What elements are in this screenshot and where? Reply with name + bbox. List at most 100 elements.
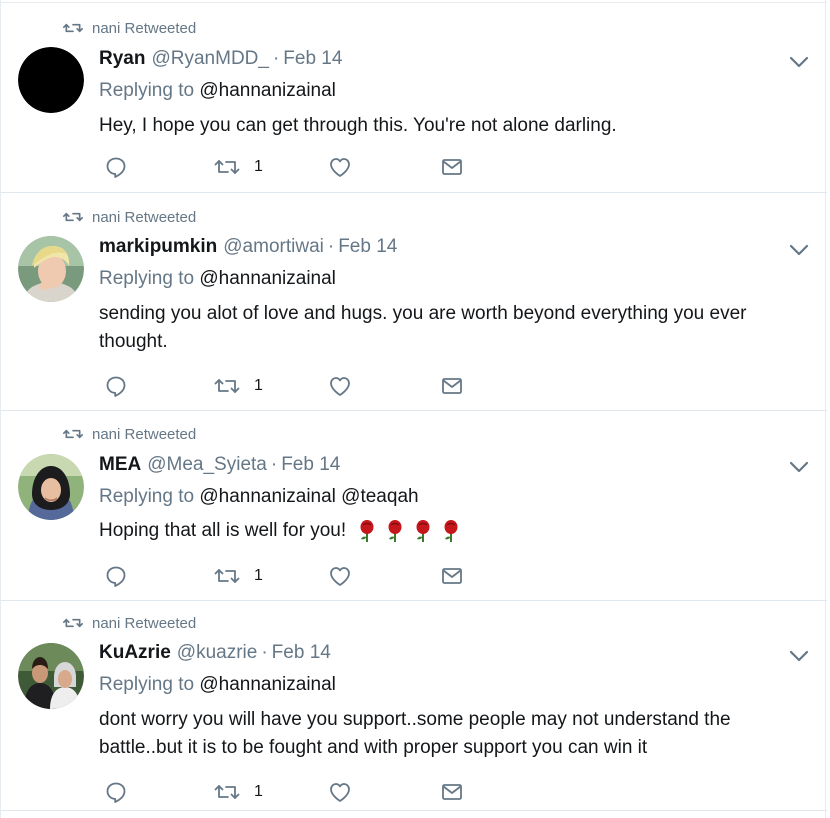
retweet-context-label: nani Retweeted (92, 19, 197, 37)
retweet-context: nani Retweeted (63, 424, 196, 444)
replying-to-label: Replying to (99, 268, 195, 289)
envelope-icon (442, 378, 462, 394)
avatar[interactable] (18, 236, 84, 302)
reply-icon (106, 782, 126, 803)
chevron-down-icon[interactable] (788, 460, 810, 474)
avatar[interactable] (18, 643, 84, 709)
author-handle[interactable]: @amortiwai (223, 236, 324, 258)
reply-button[interactable] (105, 154, 127, 180)
retweet-icon (214, 379, 240, 393)
rose-icon (360, 519, 374, 542)
retweet-icon (214, 160, 240, 174)
tweet-text-body: Hoping that all is well for you! (99, 520, 347, 541)
black-circle-avatar-icon (18, 47, 84, 113)
reply-button[interactable] (105, 563, 127, 589)
replying-to: Replying to @hannanizainal @teaqah (99, 486, 419, 508)
blond-person-avatar-icon (18, 236, 84, 302)
heart-icon (330, 158, 350, 177)
rose-icon (416, 519, 430, 542)
tweet-text: dont worry you will have you support..so… (99, 709, 731, 758)
heart-icon (330, 377, 350, 396)
retweet-icon (214, 569, 240, 583)
like-button[interactable] (328, 154, 352, 180)
retweet-count: 1 (254, 783, 263, 800)
replying-to-label: Replying to (99, 674, 195, 695)
retweet-count: 1 (254, 567, 263, 584)
reply-mention-link[interactable]: @hannanizainal (199, 268, 336, 289)
tweet-text: Hey, I hope you can get through this. Yo… (99, 115, 617, 136)
reply-icon (106, 376, 126, 397)
reply-icon (106, 566, 126, 587)
retweet-context-label: nani Retweeted (92, 614, 197, 632)
separator-dot: · (272, 48, 280, 69)
retweet-button[interactable]: 1 (214, 154, 263, 180)
replying-to: Replying to @hannanizainal (99, 674, 336, 696)
reply-button[interactable] (105, 373, 127, 399)
replying-to-label: Replying to (99, 486, 195, 507)
hijab-person-avatar-icon (18, 454, 84, 520)
chevron-down-icon[interactable] (788, 243, 810, 257)
like-button[interactable] (328, 779, 352, 805)
tweet-text: Hoping that all is well for you! (99, 517, 799, 545)
avatar[interactable] (18, 47, 84, 113)
author-name[interactable]: KuAzrie (99, 642, 171, 664)
tweet-header: KuAzrie @kuazrie · Feb 14 (99, 642, 331, 666)
retweet-context: nani Retweeted (63, 613, 196, 633)
tweet[interactable]: nani Retweeted markipumkin @amortiwai · (1, 193, 827, 411)
tweet-date[interactable]: Feb 14 (281, 454, 340, 476)
chevron-down-icon[interactable] (788, 55, 810, 69)
retweet-context: nani Retweeted (63, 18, 196, 38)
tweet-date[interactable]: Feb 14 (338, 236, 397, 258)
direct-message-button[interactable] (441, 779, 463, 805)
retweet-context-label: nani Retweeted (92, 208, 197, 226)
envelope-icon (442, 159, 462, 175)
retweet-small-icon (63, 212, 83, 222)
author-handle[interactable]: @Mea_Syieta (147, 454, 267, 476)
author-handle[interactable]: @RyanMDD_ (151, 48, 268, 70)
tweet[interactable]: nani Retweeted Ryan @RyanMDD_ · Feb 14 R… (1, 3, 827, 193)
author-name[interactable]: Ryan (99, 48, 145, 70)
tweet-header: MEA @Mea_Syieta · Feb 14 (99, 454, 340, 478)
heart-icon (330, 783, 350, 802)
retweet-button[interactable]: 1 (214, 373, 263, 399)
retweet-context-label: nani Retweeted (92, 425, 197, 443)
author-name[interactable]: MEA (99, 454, 141, 476)
author-name[interactable]: markipumkin (99, 236, 217, 258)
rose-icon (388, 519, 402, 542)
tweet-actions: 1 (99, 373, 499, 399)
retweet-button[interactable]: 1 (214, 563, 263, 589)
reply-mention-link[interactable]: @hannanizainal (199, 674, 336, 695)
author-handle[interactable]: @kuazrie (177, 642, 258, 664)
direct-message-button[interactable] (441, 154, 463, 180)
reply-mention-link[interactable]: @hannanizainal (199, 80, 336, 101)
retweet-icon (214, 785, 240, 799)
chevron-down-icon[interactable] (788, 649, 810, 663)
rose-icon (444, 519, 458, 542)
retweet-small-icon (63, 618, 83, 628)
reply-button[interactable] (105, 779, 127, 805)
couple-photo-avatar-icon (18, 643, 84, 709)
like-button[interactable] (328, 563, 352, 589)
tweet[interactable]: nani Retweeted KuAzrie @kuazrie · Feb 14… (1, 601, 827, 811)
rose-emoji-group (357, 519, 461, 543)
like-button[interactable] (328, 373, 352, 399)
tweet-actions: 1 (99, 779, 499, 805)
avatar[interactable] (18, 454, 84, 520)
replying-to: Replying to @hannanizainal (99, 268, 336, 290)
heart-icon (330, 567, 350, 586)
direct-message-button[interactable] (441, 563, 463, 589)
retweet-count: 1 (254, 158, 263, 175)
separator-dot: · (270, 454, 278, 475)
tweet-date[interactable]: Feb 14 (283, 48, 342, 70)
tweet-actions: 1 (99, 154, 499, 180)
tweet[interactable]: nani Retweeted MEA @Mea_Syieta · Feb 14 (1, 411, 827, 601)
tweet-actions: 1 (99, 563, 499, 589)
reply-mention-link[interactable]: @hannanizainal @teaqah (199, 486, 418, 507)
retweet-button[interactable]: 1 (214, 779, 263, 805)
timeline: nani Retweeted Ryan @RyanMDD_ · Feb 14 R… (0, 0, 827, 818)
tweet-header: Ryan @RyanMDD_ · Feb 14 (99, 48, 342, 72)
retweet-small-icon (63, 429, 83, 439)
tweet-date[interactable]: Feb 14 (272, 642, 331, 664)
envelope-icon (442, 568, 462, 584)
direct-message-button[interactable] (441, 373, 463, 399)
